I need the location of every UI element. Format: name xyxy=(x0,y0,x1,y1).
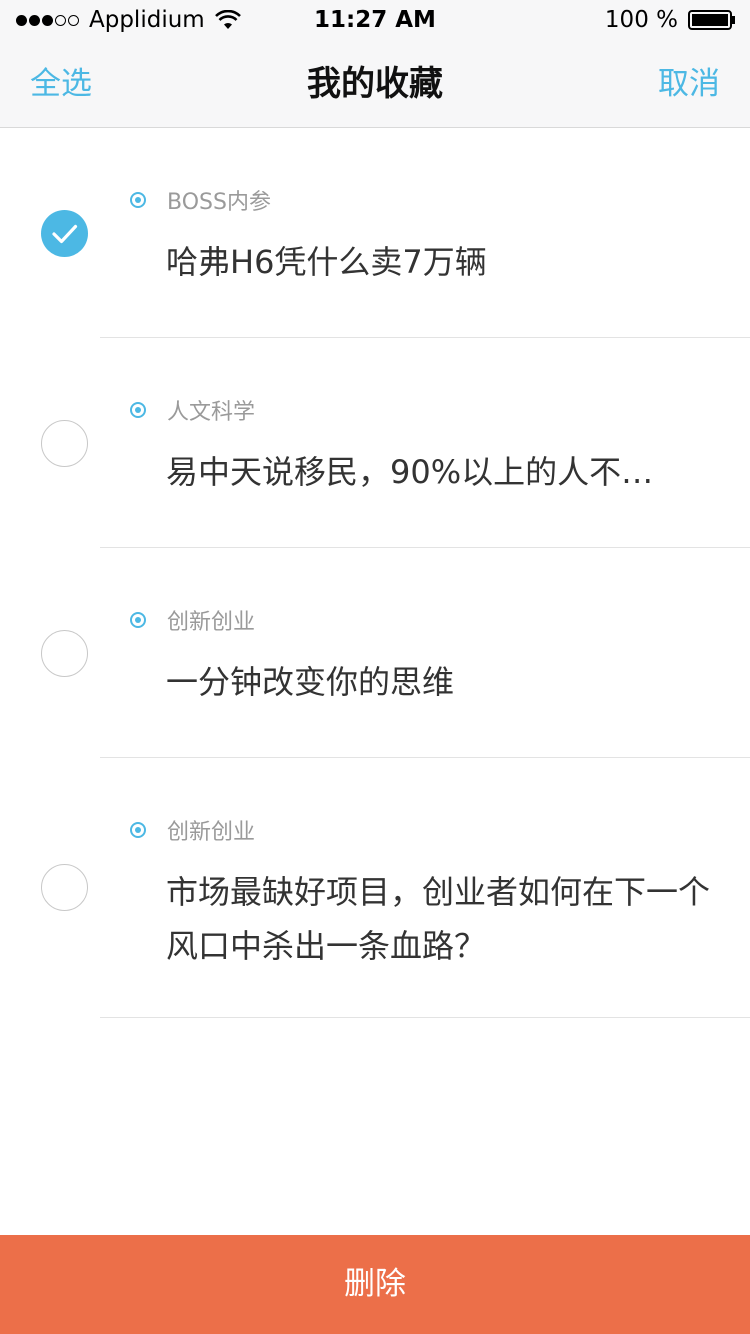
list-item[interactable]: 人文科学 易中天说移民，90%以上的人不… xyxy=(0,338,750,548)
item-category: 创新创业 xyxy=(130,605,255,635)
empty-circle-icon[interactable] xyxy=(41,420,88,467)
favorites-list: BOSS内参 哈弗H6凭什么卖7万辆 人文科学 易中天说移民，90%以上的人不…… xyxy=(0,128,750,1018)
navigation-bar: 全选 我的收藏 取消 xyxy=(0,40,750,128)
item-title: 一分钟改变你的思维 xyxy=(166,663,455,701)
page-title: 我的收藏 xyxy=(307,64,443,104)
item-title: 哈弗H6凭什么卖7万辆 xyxy=(166,243,487,281)
radio-dot-icon xyxy=(130,192,146,208)
category-label: 人文科学 xyxy=(167,400,256,425)
divider xyxy=(100,1017,750,1018)
checked-circle-icon[interactable] xyxy=(41,210,88,257)
list-item[interactable]: 创新创业 市场最缺好项目，创业者如何在下一个风口中杀出一条血路？ xyxy=(0,758,750,1018)
item-category: 创新创业 xyxy=(130,815,255,845)
status-right: 100 % xyxy=(605,5,736,35)
list-item[interactable]: 创新创业 一分钟改变你的思维 xyxy=(0,548,750,758)
item-title: 易中天说移民，90%以上的人不… xyxy=(166,453,654,491)
item-title: 市场最缺好项目，创业者如何在下一个风口中杀出一条血路？ xyxy=(166,873,711,965)
category-label: 创新创业 xyxy=(167,610,256,635)
item-category: BOSS内参 xyxy=(130,185,271,215)
empty-circle-icon[interactable] xyxy=(41,864,88,911)
empty-circle-icon[interactable] xyxy=(41,630,88,677)
battery-percent: 100 % xyxy=(604,7,678,33)
radio-dot-icon xyxy=(130,822,146,838)
cancel-button[interactable]: 取消 xyxy=(658,40,720,128)
battery-icon xyxy=(688,10,736,30)
status-bar: Applidium 11:27 AM 100 % xyxy=(0,0,750,40)
category-label: 创新创业 xyxy=(167,820,256,845)
category-label: BOSS内参 xyxy=(167,190,271,215)
item-category: 人文科学 xyxy=(130,395,255,425)
radio-dot-icon xyxy=(130,402,146,418)
delete-button[interactable]: 删除 xyxy=(0,1235,750,1334)
list-item[interactable]: BOSS内参 哈弗H6凭什么卖7万辆 xyxy=(0,128,750,338)
radio-dot-icon xyxy=(130,612,146,628)
